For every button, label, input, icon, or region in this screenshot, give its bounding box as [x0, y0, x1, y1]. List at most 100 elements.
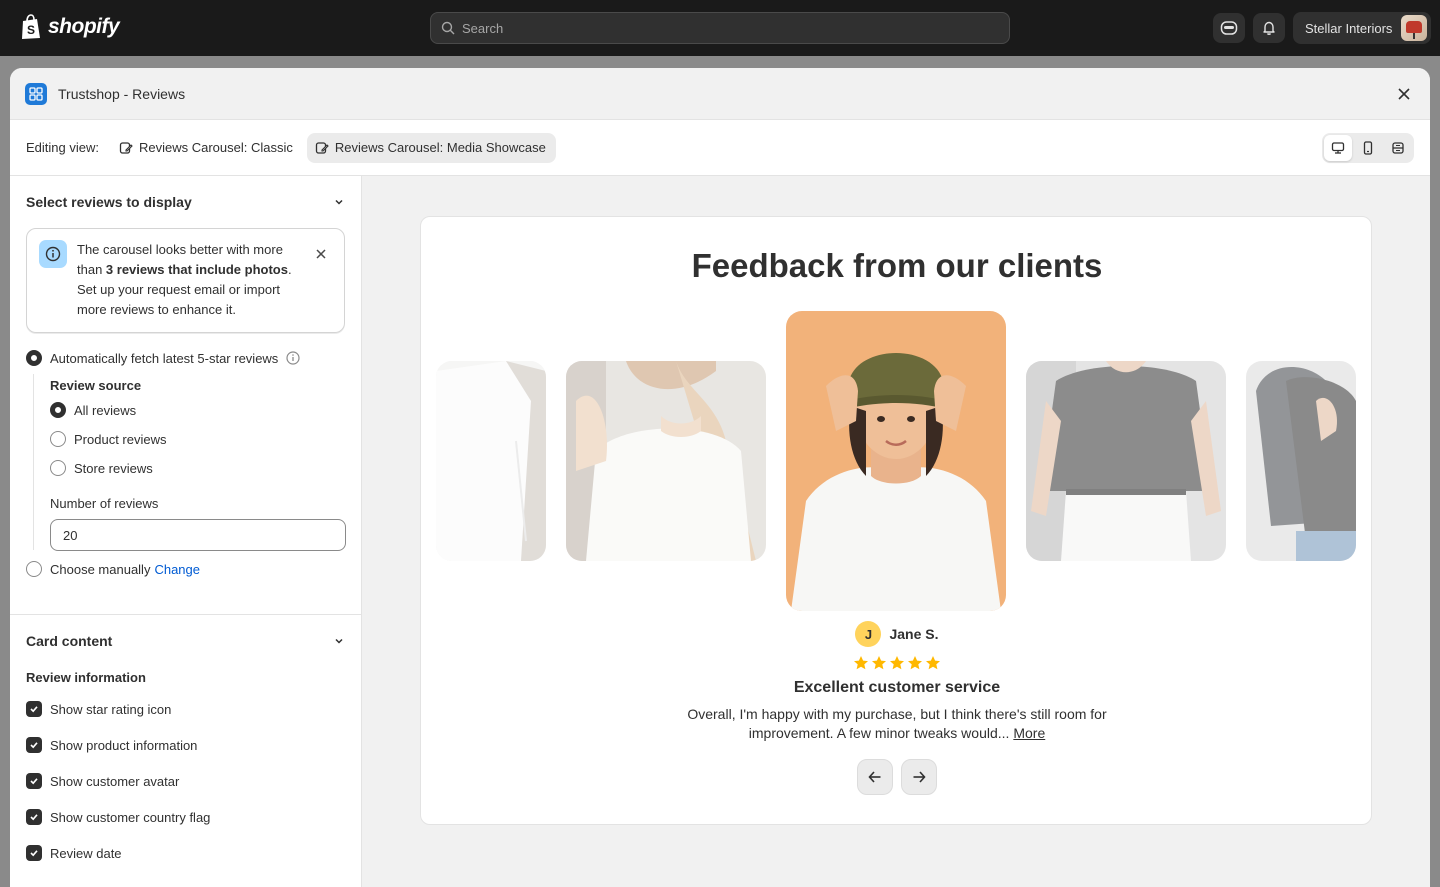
carousel-slide[interactable] — [436, 361, 546, 561]
carousel-navigation — [421, 759, 1371, 795]
desktop-icon — [1331, 142, 1345, 154]
carousel-edit-icon — [119, 141, 133, 154]
shopify-logo[interactable]: S shopify — [20, 14, 120, 40]
card-options-list: Show star rating icon Show product infor… — [26, 691, 210, 871]
chevron-down-icon[interactable] — [333, 196, 345, 208]
select-reviews-section-header[interactable]: Select reviews to display — [10, 176, 361, 228]
info-icon — [39, 240, 67, 268]
source-option-all[interactable]: All reviews — [50, 402, 136, 418]
settings-sidebar: Select reviews to display The carousel l… — [10, 176, 362, 887]
review-information-label: Review information — [26, 670, 146, 685]
change-link[interactable]: Change — [154, 562, 200, 577]
source-option-product[interactable]: Product reviews — [50, 431, 166, 447]
banner-message: The carousel looks better with more than… — [77, 242, 292, 317]
chevron-down-icon[interactable] — [333, 635, 345, 647]
checkbox[interactable] — [26, 845, 42, 861]
option-star-rating[interactable]: Show star rating icon — [26, 691, 210, 727]
option-product-information[interactable]: Show product information — [26, 727, 210, 763]
checkmark-icon — [30, 742, 38, 749]
carousel-edit-icon — [315, 141, 329, 154]
choose-manually-radio[interactable] — [26, 561, 42, 577]
option-label: Show product information — [50, 737, 198, 753]
source-label: Product reviews — [74, 431, 167, 447]
checkbox[interactable] — [26, 701, 42, 717]
editing-view-label: Editing view: — [26, 140, 99, 155]
desktop-preview-button[interactable] — [1324, 135, 1352, 161]
svg-text:S: S — [27, 23, 35, 37]
source-label: All reviews — [74, 402, 137, 418]
search-placeholder: Search — [462, 20, 504, 36]
search-icon — [441, 21, 455, 35]
reviewer-name: Jane S. — [889, 626, 939, 642]
notifications-button[interactable] — [1253, 13, 1285, 43]
review-source-group: Review source All reviews Product review… — [33, 374, 369, 551]
trustshop-app-icon — [25, 82, 47, 105]
auto-fetch-radio[interactable] — [26, 350, 42, 366]
checkbox[interactable] — [26, 773, 42, 789]
modal-header: Trustshop - Reviews — [10, 68, 1430, 120]
source-radio[interactable] — [50, 431, 66, 447]
option-review-date[interactable]: Review date — [26, 835, 210, 871]
auto-fetch-label: Automatically fetch latest 5-star review… — [50, 350, 279, 366]
section-title: Card content — [26, 633, 113, 649]
star-icon — [926, 656, 940, 670]
option-country-flag[interactable]: Show customer country flag — [26, 799, 210, 835]
brand-name: shopify — [48, 15, 120, 38]
reviewer-info: J Jane S. — [421, 621, 1371, 647]
shopify-bag-icon: S — [22, 14, 40, 39]
tab-label: Reviews Carousel: Media Showcase — [334, 140, 546, 155]
auto-fetch-option[interactable]: Automatically fetch latest 5-star review… — [26, 350, 300, 366]
carousel-slide[interactable] — [566, 361, 766, 561]
tab-carousel-media-showcase[interactable]: Reviews Carousel: Media Showcase — [306, 132, 556, 163]
product-photo — [1026, 361, 1226, 561]
star-icon — [872, 656, 886, 670]
fullscreen-preview-button[interactable] — [1384, 135, 1412, 161]
source-label: Store reviews — [74, 460, 153, 476]
device-preview-toggle — [1322, 133, 1414, 163]
arrow-left-icon — [868, 771, 881, 783]
review-body: Overall, I'm happy with my purchase, but… — [687, 706, 1107, 741]
store-name: Stellar Interiors — [1305, 20, 1393, 36]
info-banner: The carousel looks better with more than… — [26, 228, 345, 333]
checkbox[interactable] — [26, 809, 42, 825]
carousel-slide-active[interactable] — [786, 311, 1006, 611]
mobile-preview-button[interactable] — [1354, 135, 1382, 161]
card-content-section-header[interactable]: Card content — [10, 615, 361, 667]
sidekick-icon — [1220, 21, 1238, 35]
source-radio[interactable] — [50, 460, 66, 476]
option-label: Show customer country flag — [50, 809, 211, 825]
bell-icon — [1263, 21, 1275, 35]
checkmark-icon — [30, 814, 38, 821]
tab-carousel-classic[interactable]: Reviews Carousel: Classic — [111, 133, 303, 163]
editing-view-bar: Editing view: Reviews Carousel: Classic … — [10, 120, 1430, 176]
previous-slide-button[interactable] — [857, 759, 893, 795]
source-radio[interactable] — [50, 402, 66, 418]
customer-avatar: J — [855, 621, 882, 647]
more-link[interactable]: More — [1013, 725, 1045, 741]
option-customer-avatar[interactable]: Show customer avatar — [26, 763, 210, 799]
media-carousel — [436, 311, 1356, 611]
next-slide-button[interactable] — [901, 759, 937, 795]
number-of-reviews-input[interactable]: 20 — [50, 519, 346, 551]
store-menu-button[interactable]: Stellar Interiors — [1293, 12, 1431, 44]
review-title: Excellent customer service — [793, 679, 1001, 696]
close-icon — [1398, 88, 1410, 100]
sidekick-button[interactable] — [1213, 13, 1245, 43]
carousel-slide[interactable] — [1026, 361, 1226, 561]
fullscreen-icon — [1392, 142, 1404, 154]
preview-heading: Feedback from our clients — [691, 247, 1103, 284]
tab-label: Reviews Carousel: Classic — [138, 140, 293, 155]
checkmark-icon — [30, 778, 38, 785]
arrow-right-icon — [913, 771, 926, 783]
option-label: Show customer avatar — [50, 773, 180, 789]
carousel-slide[interactable] — [1246, 361, 1356, 561]
carousel-preview: Feedback from our clients J Jane S. Exce… — [420, 216, 1372, 825]
checkmark-icon — [30, 850, 38, 857]
close-icon[interactable] — [314, 247, 328, 261]
close-modal-button[interactable] — [1394, 84, 1414, 104]
info-circle-icon[interactable] — [286, 351, 300, 365]
checkbox[interactable] — [26, 737, 42, 753]
search-input[interactable]: Search — [430, 12, 1010, 44]
choose-manually-option[interactable]: Choose manually Change — [26, 561, 200, 577]
source-option-store[interactable]: Store reviews — [50, 460, 153, 476]
